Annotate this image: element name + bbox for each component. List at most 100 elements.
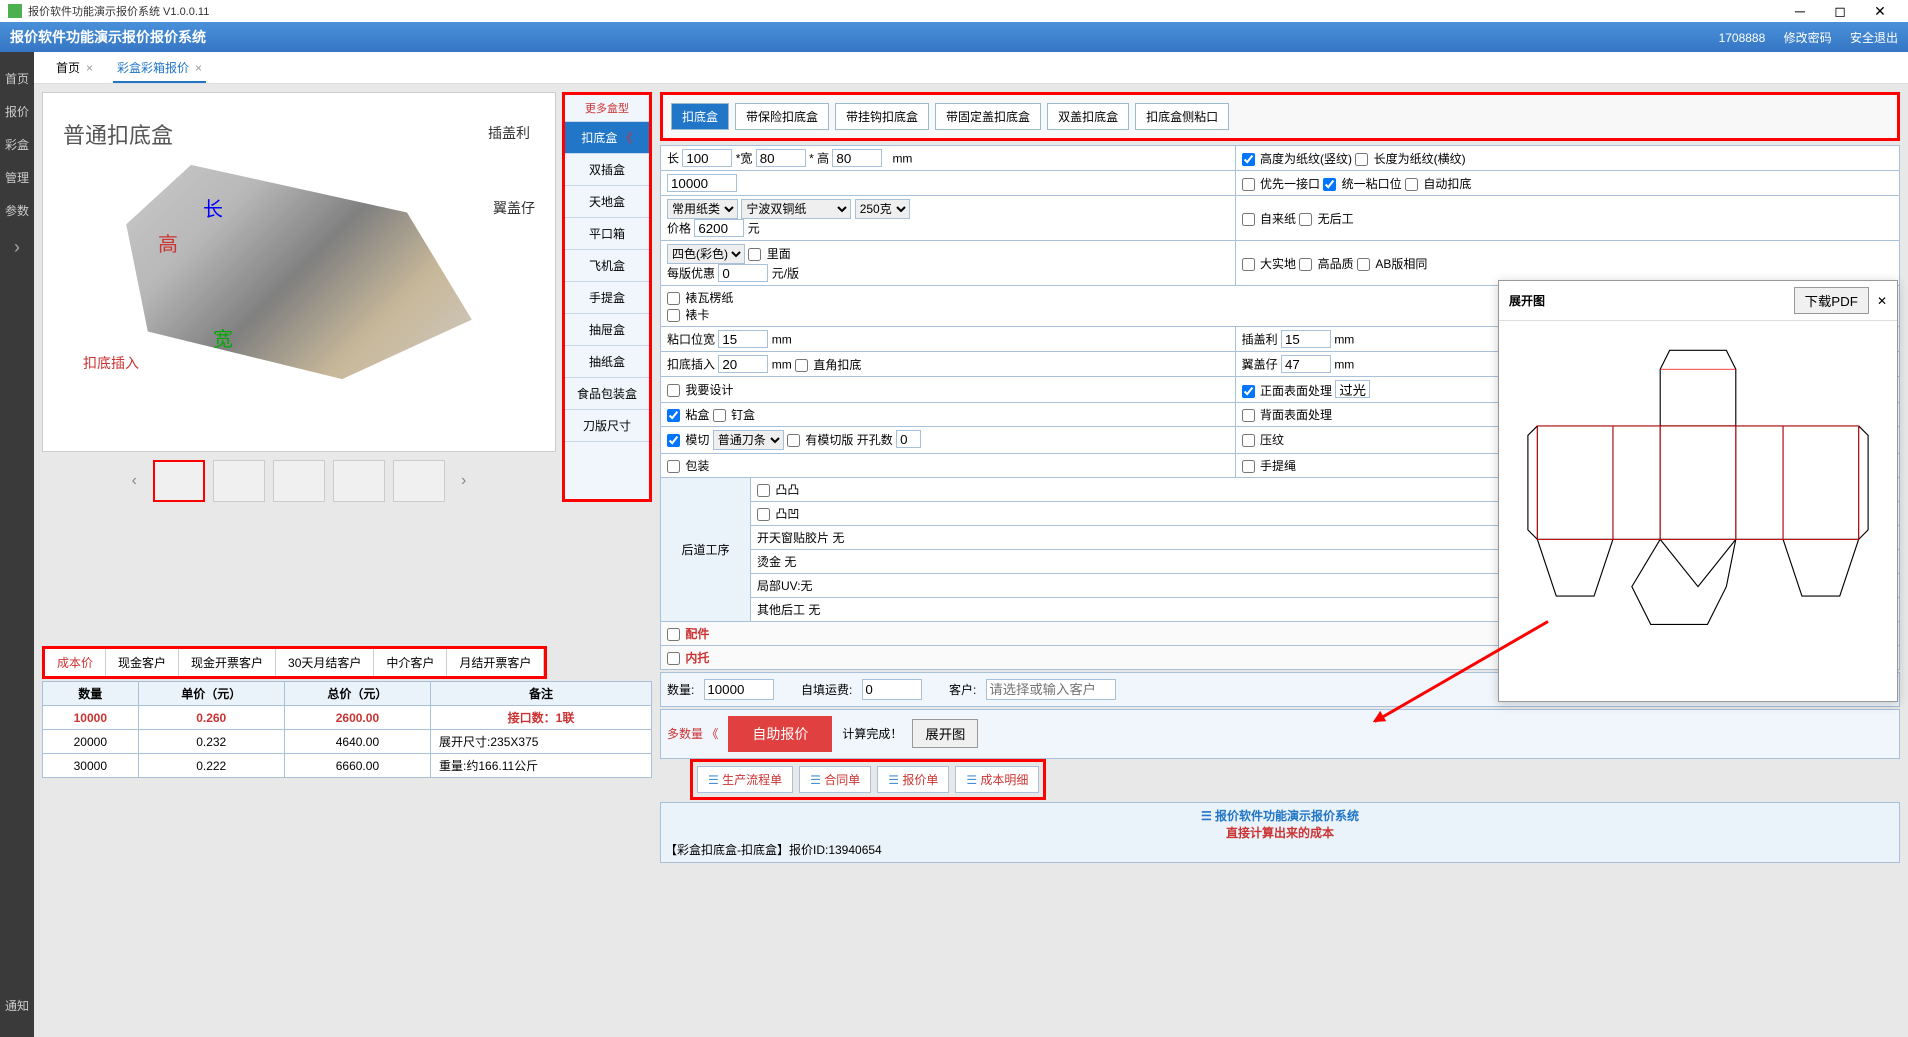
box-type-item[interactable]: 刀版尺寸 [565,410,649,442]
glue-check[interactable]: 粘盒 [667,408,709,422]
maximize-button[interactable]: ◻ [1820,0,1860,22]
close-button[interactable]: ✕ [1860,0,1900,22]
tab-colorbox-quote[interactable]: 彩盒彩箱报价× [105,53,214,82]
nav-quote[interactable]: 报价 [5,95,29,128]
minimize-button[interactable]: ─ [1780,0,1820,22]
sidebar-expand-icon[interactable]: › [14,237,20,258]
per-orig-input[interactable] [718,264,768,282]
box-type-item[interactable]: 抽纸盒 [565,346,649,378]
subtype-btn[interactable]: 扣底盒侧粘口 [1135,103,1229,130]
length-input[interactable] [682,149,732,167]
nail-check[interactable]: 钉盒 [713,408,755,422]
quote-button[interactable]: 自助报价 [728,716,832,752]
die-plate-check[interactable]: 有模切版 开孔数 [787,433,893,447]
change-password-link[interactable]: 修改密码 [1784,31,1832,45]
diecut-check[interactable]: 模切 [667,433,709,447]
customer-tab[interactable]: 30天月结客户 [276,649,374,676]
subtype-btn[interactable]: 带保险扣底盒 [735,103,829,130]
thumbnail[interactable] [153,460,205,502]
more-box-types[interactable]: 更多盒型 [565,95,649,122]
subtype-btn[interactable]: 带挂钩扣底盒 [835,103,929,130]
thumb-next-icon[interactable]: › [453,464,474,498]
hole-count-input[interactable] [896,430,921,448]
wing-input[interactable] [1281,355,1331,373]
logout-link[interactable]: 安全退出 [1850,31,1898,45]
subtype-btn[interactable]: 带固定盖扣底盒 [935,103,1041,130]
box-type-item[interactable]: 双插盒 [565,154,649,186]
thumb-prev-icon[interactable]: ‹ [124,464,145,498]
no-post-check[interactable]: 无后工 [1299,212,1353,226]
self-paper-check[interactable]: 自来纸 [1242,212,1296,226]
paper-cat-select[interactable]: 常用纸类 [667,199,738,219]
big-field-check[interactable]: 大实地 [1242,257,1296,271]
doc-btn-contract[interactable]: 合同单 [799,766,871,793]
customer-tab[interactable]: 中介客户 [374,649,447,676]
nav-manage[interactable]: 管理 [5,161,29,194]
paper-name-select[interactable]: 宁波双铜纸 [741,199,851,219]
corrugated-check[interactable]: 裱瓦楞纸 [667,291,733,305]
lid-input[interactable] [1281,330,1331,348]
price-input[interactable] [694,219,744,237]
doc-btn-flow[interactable]: 生产流程单 [697,766,793,793]
box-type-item[interactable]: 扣底盒 [565,122,649,154]
mount-card-check[interactable]: 裱卡 [667,308,709,322]
ab-same-check[interactable]: AB版相同 [1357,257,1427,271]
customer-tab[interactable]: 月结开票客户 [447,649,544,676]
hq-check[interactable]: 高品质 [1299,257,1353,271]
front-surface-check[interactable]: 正面表面处理 [1242,384,1332,398]
thumbnail[interactable] [333,460,385,502]
subtype-btn[interactable]: 扣底盒 [671,103,729,130]
box-type-item[interactable]: 抽屉盒 [565,314,649,346]
customer-tab[interactable]: 成本价 [45,649,106,676]
main-qty-input[interactable] [667,174,737,192]
download-pdf-button[interactable]: 下载PDF [1794,287,1869,314]
nav-colorbox[interactable]: 彩盒 [5,128,29,161]
nav-params[interactable]: 参数 [5,194,29,227]
tab-home[interactable]: 首页× [44,53,105,82]
expand-diagram-button[interactable]: 展开图 [912,719,978,748]
unify-paste-check[interactable]: 统一粘口位 [1323,177,1401,191]
convex-check[interactable]: 凸凸 [757,483,799,497]
customer-input[interactable] [986,679,1116,700]
hand-rope-check[interactable]: 手提绳 [1242,459,1296,473]
shipping-input[interactable] [862,679,922,700]
width-input[interactable] [756,149,806,167]
height-input[interactable] [832,149,882,167]
box-type-item[interactable]: 手提盒 [565,282,649,314]
doc-btn-cost[interactable]: 成本明细 [955,766,1039,793]
packing-check[interactable]: 包装 [667,459,709,473]
box-type-item[interactable]: 飞机盒 [565,250,649,282]
concave-check[interactable]: 凸凹 [757,507,799,521]
grain-vert-check[interactable]: 高度为纸纹(竖纹) [1242,152,1352,166]
right-angle-check[interactable]: 直角扣底 [795,358,861,372]
box-type-item[interactable]: 平口箱 [565,218,649,250]
front-surface-val[interactable] [1335,380,1370,398]
need-design-check[interactable]: 我要设计 [667,383,733,397]
back-surface-check[interactable]: 背面表面处理 [1242,408,1332,422]
qty-input[interactable] [704,679,774,700]
popup-close-icon[interactable]: ✕ [1877,294,1887,308]
thumbnail[interactable] [273,460,325,502]
thumbnail[interactable] [393,460,445,502]
inside-check[interactable]: 里面 [748,247,790,261]
multi-qty-link[interactable]: 多数量 《 [667,725,718,742]
diecut-select[interactable]: 普通刀条 [713,430,784,450]
paper-weight-select[interactable]: 250克 [855,199,910,219]
inner-tray-check[interactable]: 内托 [667,651,709,665]
nav-notice[interactable]: 通知 [5,989,29,1022]
nav-home[interactable]: 首页 [5,62,29,95]
accessory-check[interactable]: 配件 [667,627,709,641]
subtype-btn[interactable]: 双盖扣底盒 [1047,103,1129,130]
customer-tab[interactable]: 现金客户 [106,649,179,676]
thumbnail[interactable] [213,460,265,502]
doc-btn-quote[interactable]: 报价单 [877,766,949,793]
close-icon[interactable]: × [195,61,202,75]
emboss-check[interactable]: 压纹 [1242,433,1284,447]
close-icon[interactable]: × [86,61,93,75]
grain-horiz-check[interactable]: 长度为纸纹(横纹) [1355,152,1465,166]
lock-insert-input[interactable] [718,355,768,373]
prio-joint-check[interactable]: 优先一接口 [1242,177,1320,191]
paste-width-input[interactable] [718,330,768,348]
auto-lock-check[interactable]: 自动扣底 [1405,177,1471,191]
box-type-item[interactable]: 食品包装盒 [565,378,649,410]
